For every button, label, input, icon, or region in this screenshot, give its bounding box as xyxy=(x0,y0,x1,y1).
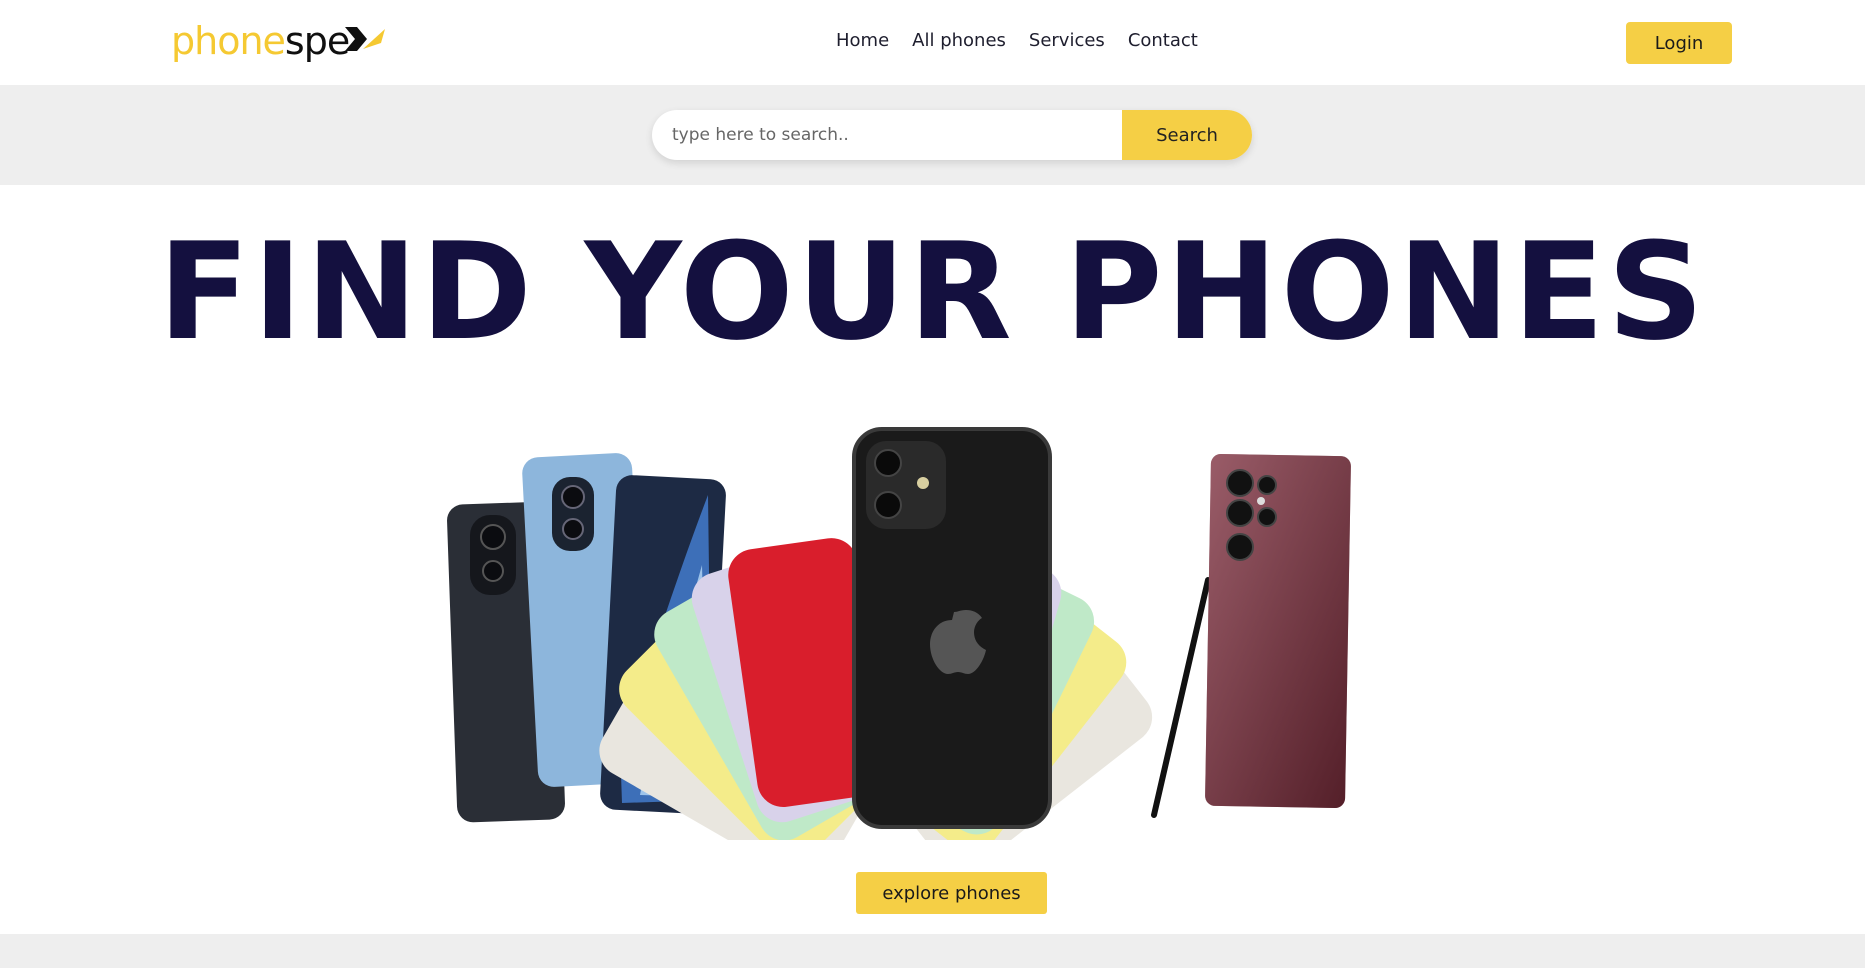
nav-contact[interactable]: Contact xyxy=(1128,30,1198,51)
brand-logo[interactable]: phone spe xyxy=(171,18,387,64)
logo-text-phone: phone xyxy=(171,19,286,63)
hero-title: FIND YOUR PHONES xyxy=(158,214,1707,370)
logo-text-spe: spe xyxy=(284,19,350,63)
logo-x-icon xyxy=(345,27,386,51)
samsung-phone-illustration xyxy=(1151,453,1351,818)
nav-home[interactable]: Home xyxy=(836,30,889,51)
main-nav: Home All phones Services Contact xyxy=(836,30,1198,51)
login-button[interactable]: Login xyxy=(1626,22,1732,64)
search-input[interactable] xyxy=(652,110,1122,160)
site-header: phone spe Home All phones Services Contac… xyxy=(0,0,1865,85)
nav-all-phones[interactable]: All phones xyxy=(912,30,1006,51)
explore-phones-button[interactable]: explore phones xyxy=(856,872,1047,914)
next-section-band xyxy=(0,934,1865,968)
search-button[interactable]: Search xyxy=(1122,110,1252,160)
search-section: Search xyxy=(0,85,1865,185)
phones-collage-image xyxy=(447,427,1351,840)
nav-services[interactable]: Services xyxy=(1029,30,1105,51)
search-bar: Search xyxy=(652,110,1252,160)
